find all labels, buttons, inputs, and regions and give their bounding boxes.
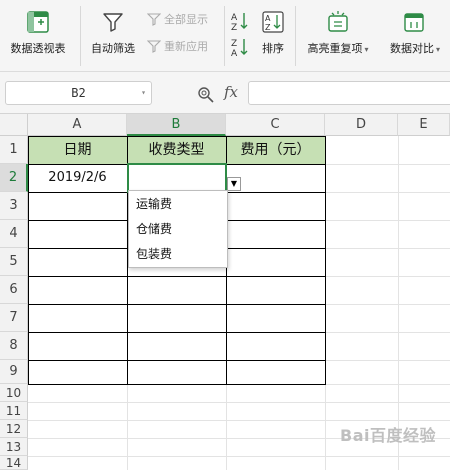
sort-ascending-button[interactable]: A Z (230, 10, 250, 33)
ribbon-divider (80, 6, 81, 66)
name-box-dropdown-icon[interactable]: ▾ (141, 82, 146, 104)
name-box[interactable]: B2 ▾ (5, 81, 152, 105)
dropdown-option[interactable]: 包装费 (129, 242, 227, 267)
row-header-11[interactable]: 11 (0, 402, 28, 420)
baidu-watermark: Bai百度经验 (340, 426, 436, 445)
gridline (325, 384, 326, 470)
table-border (28, 332, 326, 333)
cell-a1[interactable]: 日期 (28, 136, 127, 164)
cell-c1[interactable]: 费用（元） (226, 136, 325, 164)
sort-az-icon: A Z (231, 13, 248, 33)
ribbon-divider (224, 6, 225, 66)
sort-descending-button[interactable]: Z A (230, 36, 250, 59)
dropdown-option[interactable]: 仓储费 (129, 217, 227, 242)
dropdown-option[interactable]: 运输费 (129, 192, 227, 217)
row-header-3[interactable]: 3 (0, 192, 28, 220)
highlight-duplicates-button[interactable]: 高亮重复项 ▾ (300, 6, 376, 66)
table-border (28, 304, 326, 305)
filter-funnel-icon (103, 13, 123, 32)
table-border (28, 360, 326, 361)
formula-input[interactable] (248, 81, 450, 105)
sort-label: 排序 (262, 42, 284, 55)
pivot-table-icon (27, 11, 49, 33)
column-header-e[interactable]: E (398, 114, 450, 136)
reapply-button[interactable]: 重新应用 (147, 38, 208, 54)
highlight-duplicates-icon (328, 11, 348, 32)
fx-icon[interactable]: fx (224, 83, 238, 101)
column-header-b[interactable]: B (127, 114, 226, 136)
svg-text:Z: Z (231, 23, 237, 32)
row-header-5[interactable]: 5 (0, 248, 28, 276)
row-header-13[interactable]: 13 (0, 438, 28, 456)
name-box-value: B2 (71, 86, 86, 100)
data-compare-icon (404, 13, 424, 32)
table-border (28, 136, 326, 137)
cell-dropdown-arrow-icon[interactable]: ▼ (227, 177, 241, 191)
formula-bar: B2 ▾ fx (0, 72, 450, 114)
column-header-d[interactable]: D (325, 114, 398, 136)
show-all-label: 全部显示 (164, 13, 208, 26)
validation-dropdown-list: 运输费 仓储费 包装费 (128, 190, 228, 268)
row-header-8[interactable]: 8 (0, 332, 28, 360)
table-border (28, 276, 326, 277)
sort-za-icon: Z A (231, 39, 248, 59)
pivot-table-button[interactable]: 数据透视表 (4, 6, 72, 66)
gridline (127, 384, 128, 470)
table-border (28, 384, 326, 385)
auto-filter-button[interactable]: 自动筛选 (84, 6, 142, 66)
select-all-corner[interactable] (0, 114, 28, 136)
funnel-clear-icon (147, 13, 161, 26)
funnel-refresh-icon (147, 40, 161, 53)
row-header-10[interactable]: 10 (0, 384, 28, 402)
gridline (28, 402, 450, 403)
ribbon-divider (295, 6, 296, 66)
zoom-icon[interactable] (197, 86, 215, 104)
cell-a2[interactable]: 2019/2/6 (28, 164, 127, 192)
sort-button[interactable]: A Z 排序 (256, 6, 290, 66)
show-all-button[interactable]: 全部显示 (147, 11, 208, 27)
cell-b1[interactable]: 收费类型 (127, 136, 226, 164)
svg-text:A: A (231, 13, 238, 23)
column-header-c[interactable]: C (226, 114, 325, 136)
column-header-a[interactable]: A (28, 114, 127, 136)
gridline (226, 384, 227, 470)
row-header-2[interactable]: 2 (0, 164, 28, 192)
sort-icon: A Z (262, 11, 284, 33)
svg-text:A: A (265, 14, 271, 23)
svg-text:Z: Z (265, 23, 271, 32)
row-header-1[interactable]: 1 (0, 136, 28, 164)
selected-cell-b2[interactable] (127, 163, 227, 193)
reapply-label: 重新应用 (164, 40, 208, 53)
row-header-4[interactable]: 4 (0, 220, 28, 248)
pivot-table-label: 数据透视表 (10, 42, 66, 55)
auto-filter-label: 自动筛选 (91, 42, 135, 55)
row-header-7[interactable]: 7 (0, 304, 28, 332)
gridline (28, 420, 450, 421)
data-compare-label: 数据对比 ▾ (389, 42, 440, 55)
gridline (28, 456, 450, 457)
data-compare-button[interactable]: 数据对比 ▾ (380, 6, 450, 66)
ribbon-toolbar: 数据透视表 自动筛选 全部显示 重新应用 A Z Z A A Z 排序 高亮重复… (0, 0, 450, 72)
svg-text:A: A (231, 49, 238, 58)
spreadsheet-grid: A B C D E 1 2 3 4 5 6 7 8 9 10 11 12 13 … (0, 114, 450, 470)
row-header-6[interactable]: 6 (0, 276, 28, 304)
table-border (325, 136, 326, 385)
row-header-9[interactable]: 9 (0, 360, 28, 384)
table-border (28, 136, 29, 385)
svg-text:Z: Z (231, 39, 237, 49)
row-header-14[interactable]: 14 (0, 456, 28, 470)
gridline (398, 136, 399, 470)
row-header-12[interactable]: 12 (0, 420, 28, 438)
highlight-duplicates-label: 高亮重复项 ▾ (307, 42, 369, 55)
